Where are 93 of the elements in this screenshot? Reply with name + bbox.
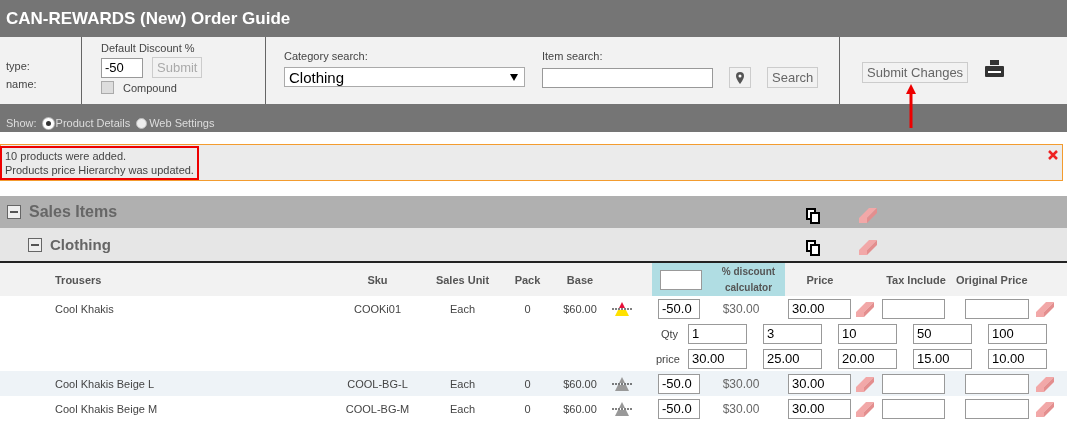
column-header: % discount calculator — [720, 264, 777, 295]
column-header: Pack — [513, 273, 542, 286]
copy-icon[interactable] — [806, 240, 820, 256]
sku-cell-text: COOKi01 — [352, 302, 403, 315]
collapse-toggle-icon[interactable] — [7, 205, 21, 219]
tier-price-input[interactable]: 10.00 — [988, 348, 1047, 369]
page-title: CAN-REWARDS (New) Order Guide — [6, 8, 291, 29]
tax-include-input[interactable] — [882, 398, 945, 419]
group-label: Clothing — [50, 236, 111, 253]
eraser-icon[interactable] — [855, 299, 875, 318]
eraser-icon[interactable] — [858, 238, 878, 256]
sales-unit-cell-text: Each — [448, 402, 477, 415]
pack-cell-text: 0 — [523, 377, 532, 390]
pyramid-icon[interactable] — [612, 375, 632, 392]
compound-label: Compound — [123, 81, 177, 94]
qty-input[interactable]: 3 — [763, 323, 822, 344]
map-pin-icon — [736, 71, 744, 84]
qty-input[interactable]: 50 — [913, 323, 972, 344]
close-icon[interactable] — [1048, 150, 1058, 160]
column-header: Base — [565, 273, 595, 286]
original-price-input[interactable] — [965, 398, 1029, 419]
column-header: Trousers — [55, 273, 103, 286]
eraser-icon[interactable] — [855, 374, 875, 393]
discount-input[interactable]: -50 — [101, 57, 143, 78]
annotation-arrow — [906, 84, 916, 128]
qty-input[interactable]: 100 — [988, 323, 1047, 344]
qty-input[interactable]: 10 — [838, 323, 897, 344]
eraser-icon[interactable] — [1035, 399, 1055, 418]
view-option-label: Product Details — [55, 117, 131, 129]
qty-label: Qty — [659, 327, 678, 340]
tier-price-input[interactable]: 20.00 — [838, 348, 897, 369]
pack-cell-text: 0 — [523, 302, 532, 315]
column-header: Sku — [366, 273, 389, 286]
category-select[interactable]: Clothing — [284, 67, 525, 87]
group-label: Sales Items — [29, 203, 118, 221]
discount-input[interactable]: -50.0 — [658, 298, 700, 319]
column-header: Price — [805, 273, 835, 286]
eraser-icon[interactable] — [1035, 299, 1055, 318]
discount-label: Default Discount % — [101, 42, 196, 54]
status-message: Products price Hierarchy was updated. — [5, 162, 194, 177]
tier-price-input[interactable]: 30.00 — [688, 348, 747, 369]
tier-price-input[interactable]: 15.00 — [913, 348, 972, 369]
price-input[interactable]: 30.00 — [788, 298, 851, 319]
compound-checkbox[interactable] — [101, 81, 114, 94]
discount-calculator-input[interactable] — [660, 269, 702, 290]
product-name: Cool Khakis Beige L — [55, 377, 156, 390]
collapse-toggle-icon[interactable] — [28, 237, 42, 252]
base-price-cell-text: $60.00 — [562, 302, 598, 315]
sku-cell-text: COOL-BG-M — [344, 402, 411, 415]
discount-input[interactable]: -50.0 — [658, 398, 700, 419]
tier-price-input[interactable]: 25.00 — [763, 348, 822, 369]
calculated-price: $30.00 — [721, 301, 761, 316]
type-label: type: — [6, 59, 31, 72]
category-search-label: Category search: — [284, 50, 369, 62]
original-price-input[interactable] — [965, 373, 1029, 394]
pyramid-icon[interactable] — [612, 300, 632, 317]
pyramid-icon[interactable] — [612, 400, 632, 417]
status-message: 10 products were added. — [5, 148, 128, 163]
copy-icon[interactable] — [806, 208, 820, 224]
name-label: name: — [6, 77, 38, 90]
sales-unit-cell-text: Each — [448, 302, 477, 315]
sales-unit-cell-text: Each — [448, 377, 477, 390]
eraser-icon[interactable] — [855, 399, 875, 418]
tier-price-label: price — [656, 352, 678, 365]
pack-cell-text: 0 — [523, 402, 532, 415]
search-button[interactable]: Search — [767, 67, 819, 88]
base-price-cell-text: $60.00 — [562, 377, 598, 390]
sku-cell-text: COOL-BG-L — [346, 377, 409, 390]
tax-include-input[interactable] — [882, 298, 945, 319]
calculated-price: $30.00 — [721, 376, 761, 391]
discount-input[interactable]: -50.0 — [658, 373, 700, 394]
calculated-price: $30.00 — [721, 401, 761, 416]
caret-icon — [510, 73, 518, 81]
printer-icon[interactable] — [985, 60, 1005, 77]
product-name: Cool Khakis — [55, 302, 115, 315]
price-input[interactable]: 30.00 — [788, 398, 851, 419]
view-radio-button[interactable] — [136, 117, 148, 129]
submit-changes-button[interactable]: Submit Changes — [862, 62, 969, 83]
original-price-input[interactable] — [965, 298, 1029, 319]
qty-input[interactable]: 1 — [688, 323, 747, 344]
price-input[interactable]: 30.00 — [788, 373, 851, 394]
item-search-label: Item search: — [542, 50, 604, 62]
base-price-cell-text: $60.00 — [562, 402, 598, 415]
product-name: Cool Khakis Beige M — [55, 402, 159, 415]
view-option-label: Web Settings — [149, 117, 215, 129]
item-search-input[interactable] — [542, 67, 713, 88]
column-header: Sales Unit — [434, 273, 491, 286]
show-label: Show: — [6, 117, 37, 129]
column-header: Tax Include — [885, 273, 947, 286]
tax-include-input[interactable] — [882, 373, 945, 394]
eraser-icon[interactable] — [1035, 374, 1055, 393]
column-header: Original Price — [956, 273, 1028, 286]
location-button[interactable] — [729, 67, 751, 88]
